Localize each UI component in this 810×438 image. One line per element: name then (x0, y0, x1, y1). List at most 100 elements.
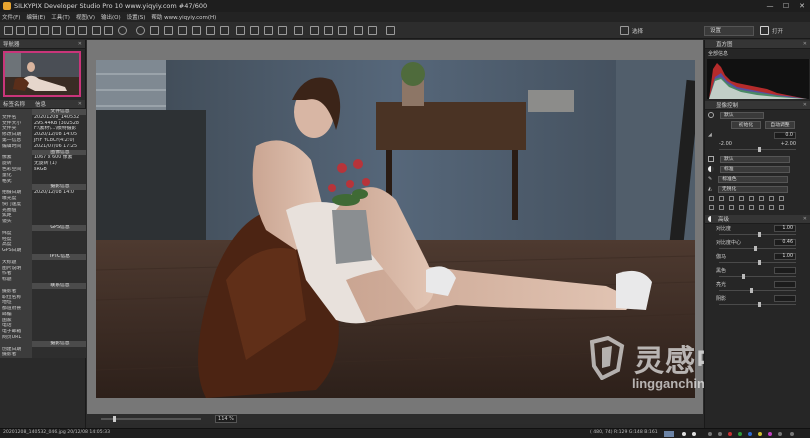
label-gray-dot[interactable] (778, 432, 782, 436)
wb-select[interactable]: 默认 (720, 155, 790, 163)
brush-icon[interactable] (178, 26, 187, 35)
tone-slider[interactable] (719, 246, 796, 251)
tool-icon-15[interactable] (769, 205, 774, 210)
tool-icon-11[interactable] (729, 205, 734, 210)
pen-icon[interactable] (206, 26, 215, 35)
tool-icon-9[interactable] (709, 205, 714, 210)
tone-value[interactable] (774, 281, 796, 288)
tool-icon-7[interactable] (769, 196, 774, 201)
tool-icon-12[interactable] (739, 205, 744, 210)
info-value[interactable] (32, 352, 86, 359)
single-view-icon[interactable] (40, 26, 49, 35)
tone-value[interactable] (774, 295, 796, 302)
rating-dot-1[interactable] (708, 432, 712, 436)
label-yellow-dot[interactable] (758, 432, 762, 436)
init-button[interactable]: 初始化 (731, 121, 761, 129)
tool-icon-14[interactable] (759, 205, 764, 210)
label-blue-dot[interactable] (748, 432, 752, 436)
menu-settings[interactable]: 设置(S) (127, 13, 146, 21)
tone-slider-knob[interactable] (754, 246, 758, 251)
auto-adjust-button[interactable]: 自动调整 (765, 121, 795, 129)
paste-icon[interactable] (278, 26, 287, 35)
tone-slider-knob[interactable] (757, 232, 761, 237)
tone-select[interactable]: 标准 (720, 165, 790, 173)
mark-icon[interactable] (250, 26, 259, 35)
status-icon-2[interactable] (692, 432, 696, 436)
settings-dropdown[interactable]: 设置 (704, 25, 754, 36)
tool-icon-5[interactable] (749, 196, 754, 201)
close-button[interactable]: ✕ (794, 0, 810, 12)
minimize-button[interactable]: — (762, 0, 778, 12)
tone-slider[interactable] (719, 288, 796, 293)
menu-output[interactable]: 输出(O) (101, 13, 121, 21)
open-button[interactable]: 打开 (760, 25, 783, 36)
tone-value[interactable] (774, 267, 796, 274)
copy-icon[interactable] (264, 26, 273, 35)
list-view-icon[interactable] (28, 26, 37, 35)
spot-removal-icon[interactable] (192, 26, 201, 35)
tone-value[interactable]: 1.00 (774, 253, 796, 260)
label-purple-dot[interactable] (768, 432, 772, 436)
tool-icon-4[interactable] (739, 196, 744, 201)
tool-icon-3[interactable] (729, 196, 734, 201)
check-icon[interactable] (236, 26, 245, 35)
settings-dropdown-label[interactable]: 设置 (704, 25, 754, 36)
tool-icon-13[interactable] (749, 205, 754, 210)
menu-file[interactable]: 文件(F) (2, 13, 20, 21)
tone-slider-knob[interactable] (757, 302, 761, 307)
pin-icon[interactable]: ✕ (803, 216, 807, 222)
tool-icon-16[interactable] (779, 205, 784, 210)
tone-slider[interactable] (719, 232, 796, 237)
pin-icon[interactable]: ✕ (78, 41, 82, 47)
tone-slider-knob[interactable] (757, 260, 761, 265)
tone-slider[interactable] (719, 260, 796, 265)
stamp-icon[interactable] (220, 26, 229, 35)
undo-icon[interactable] (136, 26, 145, 35)
exposure-value[interactable]: 0.0 (774, 131, 796, 139)
compare-icon[interactable] (338, 26, 347, 35)
label-red-dot[interactable] (728, 432, 732, 436)
panel-toggle-icon[interactable] (386, 26, 395, 35)
tool-icon-2[interactable] (719, 196, 724, 201)
color-select[interactable]: 标准色 (718, 175, 789, 183)
open-label[interactable]: 打开 (772, 27, 783, 35)
zoom-slider-knob[interactable] (113, 416, 116, 422)
menu-edit[interactable]: 编辑(E) (26, 13, 45, 21)
zoom-value[interactable]: 114 % (215, 415, 237, 423)
menu-help[interactable]: 帮助 www.yiqyiy.com(H) (151, 13, 216, 21)
label-green-dot[interactable] (738, 432, 742, 436)
zoom-slider[interactable] (101, 416, 201, 422)
settings-icon[interactable] (354, 26, 363, 35)
eyedropper-wb-icon[interactable] (164, 26, 173, 35)
zoom-100-icon[interactable] (78, 26, 87, 35)
maximize-button[interactable]: ☐ (778, 0, 794, 12)
rating-dot-2[interactable] (718, 432, 722, 436)
tone-slider-knob[interactable] (749, 288, 753, 293)
open-folder-icon[interactable] (4, 26, 13, 35)
tool-icon-6[interactable] (759, 196, 764, 201)
tone-slider[interactable] (719, 302, 796, 307)
select-label[interactable]: 选择 (632, 27, 643, 35)
develop-icon[interactable] (294, 26, 303, 35)
fullscreen-icon[interactable] (92, 26, 101, 35)
preset-select[interactable]: 默认 (720, 111, 764, 119)
crop-icon[interactable] (104, 26, 113, 35)
tone-slider[interactable] (719, 274, 796, 279)
tone-value[interactable]: 1.00 (774, 225, 796, 232)
menu-tools[interactable]: 工具(T) (51, 13, 70, 21)
pin-icon[interactable]: ✕ (803, 41, 807, 47)
sharp-select[interactable]: 无锐化 (717, 185, 788, 193)
tool-icon-8[interactable] (779, 196, 784, 201)
exposure-slider-knob[interactable] (757, 147, 761, 152)
tool-icon-10[interactable] (719, 205, 724, 210)
tone-slider-knob[interactable] (742, 274, 746, 279)
label-extra-dot[interactable] (790, 432, 794, 436)
redo-icon[interactable] (150, 26, 159, 35)
tool-icon-1[interactable] (709, 196, 714, 201)
compare-view-icon[interactable] (52, 26, 61, 35)
tone-value[interactable]: 0.46 (774, 239, 796, 246)
status-icon-1[interactable] (682, 432, 686, 436)
grid-view-icon[interactable] (16, 26, 25, 35)
gallery-icon[interactable] (368, 26, 377, 35)
exposure-slider[interactable] (719, 147, 796, 152)
